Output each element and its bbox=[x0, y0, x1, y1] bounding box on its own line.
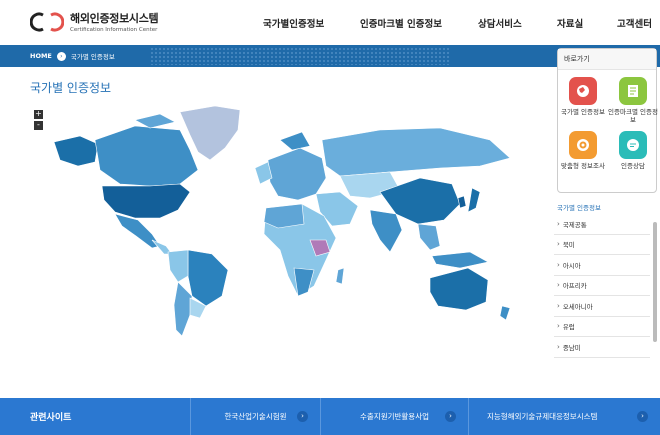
quick-link-consulting[interactable]: 인증상담 bbox=[608, 131, 658, 170]
map-region-europe bbox=[267, 147, 327, 201]
breadcrumb-current: 국가별 인증정보 bbox=[70, 53, 115, 61]
main-nav: 국가별인증정보 인증마크별 인증정보 상담서비스 자료실 고객센터 bbox=[0, 16, 660, 30]
chevron-right-icon: › bbox=[557, 301, 560, 310]
chevron-right-icon: › bbox=[557, 322, 560, 331]
quick-links-panel: 바로가기 국가별 인증정보 인증마크별 인증정보 맞춤형 정보조사 인증상담 bbox=[557, 48, 658, 193]
nav-consulting[interactable]: 상담서비스 bbox=[478, 16, 522, 30]
map-region-russia bbox=[321, 127, 511, 177]
chat-icon bbox=[619, 131, 647, 159]
chevron-right-icon: › bbox=[557, 281, 560, 290]
map-region-usa bbox=[101, 183, 191, 219]
zoom-out-button[interactable]: - bbox=[34, 121, 43, 130]
quick-link-label: 인증마크별 인증정보 bbox=[608, 108, 658, 124]
related-sites-footer: 관련사이트 한국산업기술시험원 › 수출지원기반활용사업 › 지능형해외기술규제… bbox=[0, 398, 660, 435]
country-item-europe[interactable]: › 유럽 bbox=[554, 317, 650, 337]
site-header: 해외인증정보시스템 Certification Information Cent… bbox=[0, 0, 660, 44]
related-site-export-support[interactable]: 수출지원기반활용사업 › bbox=[320, 398, 468, 435]
world-map[interactable] bbox=[40, 100, 540, 350]
breadcrumb-home[interactable]: HOME bbox=[30, 52, 52, 60]
country-item-international[interactable]: › 국제공통 bbox=[554, 214, 650, 235]
quick-link-label: 인증상담 bbox=[621, 162, 645, 170]
map-region-alaska bbox=[53, 135, 99, 167]
map-region-india bbox=[369, 209, 403, 253]
document-icon bbox=[619, 77, 647, 105]
country-item-latin-america[interactable]: › 중남미 bbox=[554, 337, 650, 358]
quick-link-label: 국가별 인증정보 bbox=[561, 108, 605, 116]
breadcrumb: HOME › 국가별 인증정보 bbox=[30, 51, 115, 61]
map-region-brazil bbox=[187, 249, 229, 307]
quick-link-mark-info[interactable]: 인증마크별 인증정보 bbox=[608, 77, 658, 124]
arrow-right-icon: › bbox=[637, 411, 648, 422]
quick-link-custom-research[interactable]: 맞춤형 정보조사 bbox=[558, 131, 608, 170]
related-site-tbt-system[interactable]: 지능형해외기술규제대응정보시스템 › bbox=[468, 398, 660, 435]
map-region-mexico bbox=[114, 213, 161, 249]
related-site-ktl[interactable]: 한국산업기술시험원 › bbox=[190, 398, 320, 435]
chevron-right-icon: › bbox=[557, 240, 560, 249]
nav-mark-info[interactable]: 인증마크별 인증정보 bbox=[360, 16, 442, 30]
quick-link-country-info[interactable]: 국가별 인증정보 bbox=[558, 77, 608, 116]
country-item-africa[interactable]: › 아프리카 bbox=[554, 276, 650, 296]
country-item-north-america[interactable]: › 북미 bbox=[554, 235, 650, 255]
country-list-scrollbar[interactable] bbox=[653, 222, 657, 342]
globe-icon bbox=[569, 77, 597, 105]
target-icon bbox=[569, 131, 597, 159]
country-item-oceania[interactable]: › 오세아니아 bbox=[554, 296, 650, 317]
arrow-right-icon: › bbox=[445, 411, 456, 422]
map-region-canada bbox=[94, 125, 199, 187]
nav-customer-center[interactable]: 고객센터 bbox=[617, 16, 652, 30]
country-list: › 국제공통 › 북미 › 아시아 › 아프리카 › 오세아니아 › 유럽 › 중남미 bbox=[554, 214, 650, 358]
map-region-korea bbox=[457, 195, 467, 209]
map-region-australia bbox=[429, 267, 489, 311]
related-sites-title: 관련사이트 bbox=[30, 413, 72, 423]
quick-links-title: 바로가기 bbox=[558, 49, 656, 70]
quick-link-label: 맞춤형 정보조사 bbox=[561, 162, 605, 170]
arrow-right-icon: › bbox=[297, 411, 308, 422]
nav-country-info[interactable]: 국가별인증정보 bbox=[263, 16, 324, 30]
page-title: 국가별 인증정보 bbox=[30, 81, 112, 95]
country-item-asia[interactable]: › 아시아 bbox=[554, 255, 650, 276]
map-zoom-controls: + - bbox=[34, 110, 43, 132]
map-region-japan bbox=[467, 187, 481, 213]
chevron-right-icon: › bbox=[557, 260, 560, 269]
country-list-title: 국가별 인증정보 bbox=[557, 204, 601, 212]
zoom-in-button[interactable]: + bbox=[34, 110, 43, 119]
nav-library[interactable]: 자료실 bbox=[557, 16, 583, 30]
chevron-right-icon: › bbox=[56, 51, 66, 61]
chevron-right-icon: › bbox=[557, 342, 560, 351]
chevron-right-icon: › bbox=[557, 219, 560, 228]
map-dots-decoration bbox=[150, 47, 450, 65]
